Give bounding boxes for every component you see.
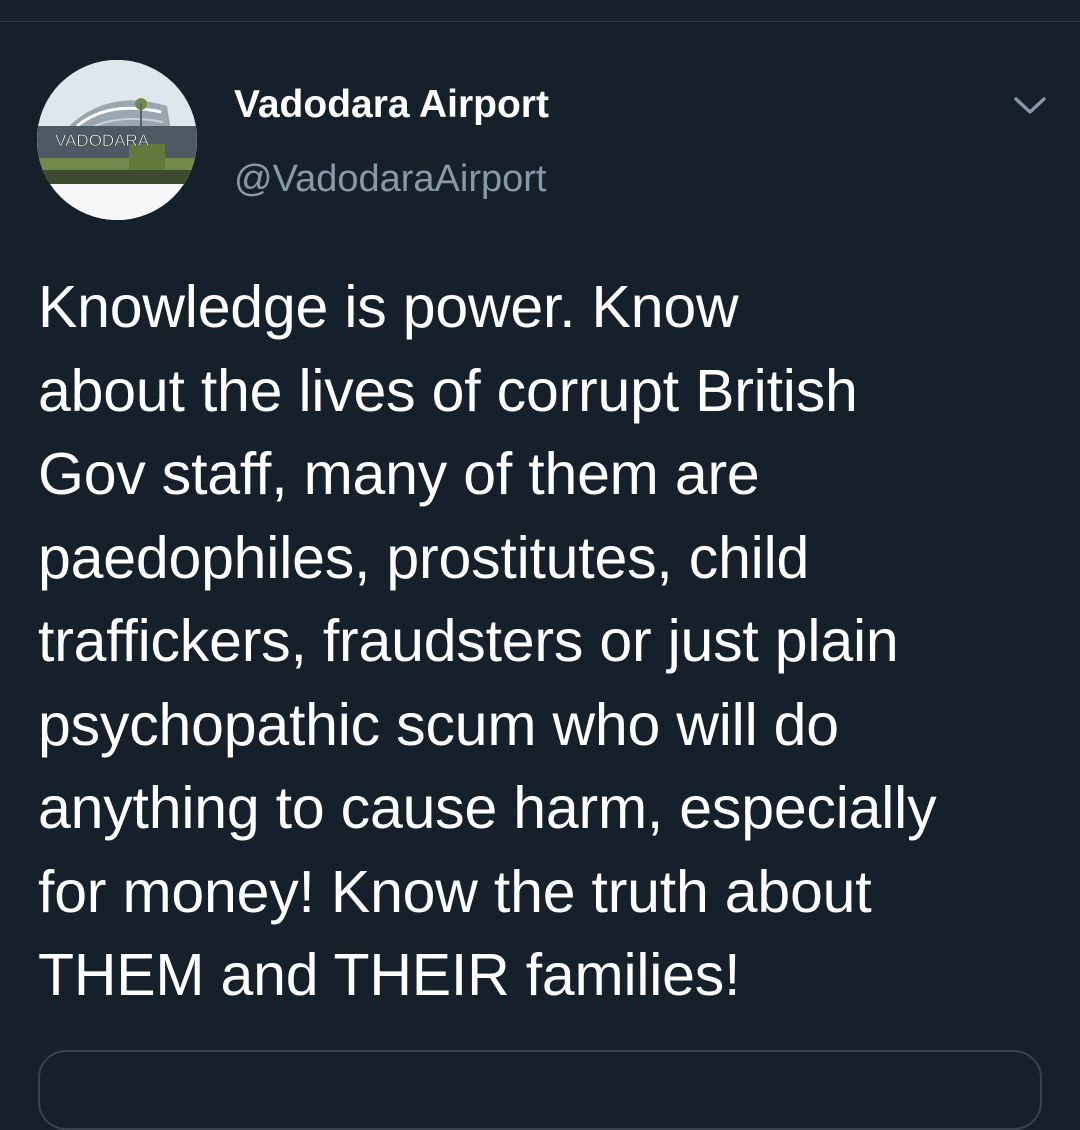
tweet-text: Knowledge is power. Know about the lives… — [38, 266, 1048, 1018]
top-divider — [0, 21, 1080, 22]
airport-photo: VADODARA — [37, 60, 197, 220]
author-display-name[interactable]: Vadodara Airport — [234, 82, 549, 128]
avatar-sign-text: VADODARA — [55, 131, 150, 150]
tweet-text-line: for money! Know the truth about — [38, 858, 872, 925]
avatar[interactable]: VADODARA — [37, 60, 197, 220]
tweet-text-line: traffickers, fraudsters or just plain — [38, 608, 899, 674]
tweet-text-line: paedophiles, prostitutes, child — [38, 524, 810, 591]
tweet-text-line: psychopathic scum who will do — [38, 691, 839, 758]
tweet-text-line: anything to cause harm, especially — [38, 775, 937, 841]
more-options-button[interactable] — [1008, 86, 1052, 126]
tweet-text-line: about the lives of corrupt British — [38, 357, 858, 424]
embedded-card[interactable] — [38, 1050, 1042, 1130]
author-handle[interactable]: @VadodaraAirport — [234, 157, 546, 201]
tweet-text-line: THEM and THEIR families! — [38, 942, 741, 1008]
chevron-down-icon — [1014, 97, 1046, 114]
tweet-text-line: Gov staff, many of them are — [38, 441, 760, 507]
tweet-text-line: Knowledge is power. Know — [38, 274, 739, 340]
